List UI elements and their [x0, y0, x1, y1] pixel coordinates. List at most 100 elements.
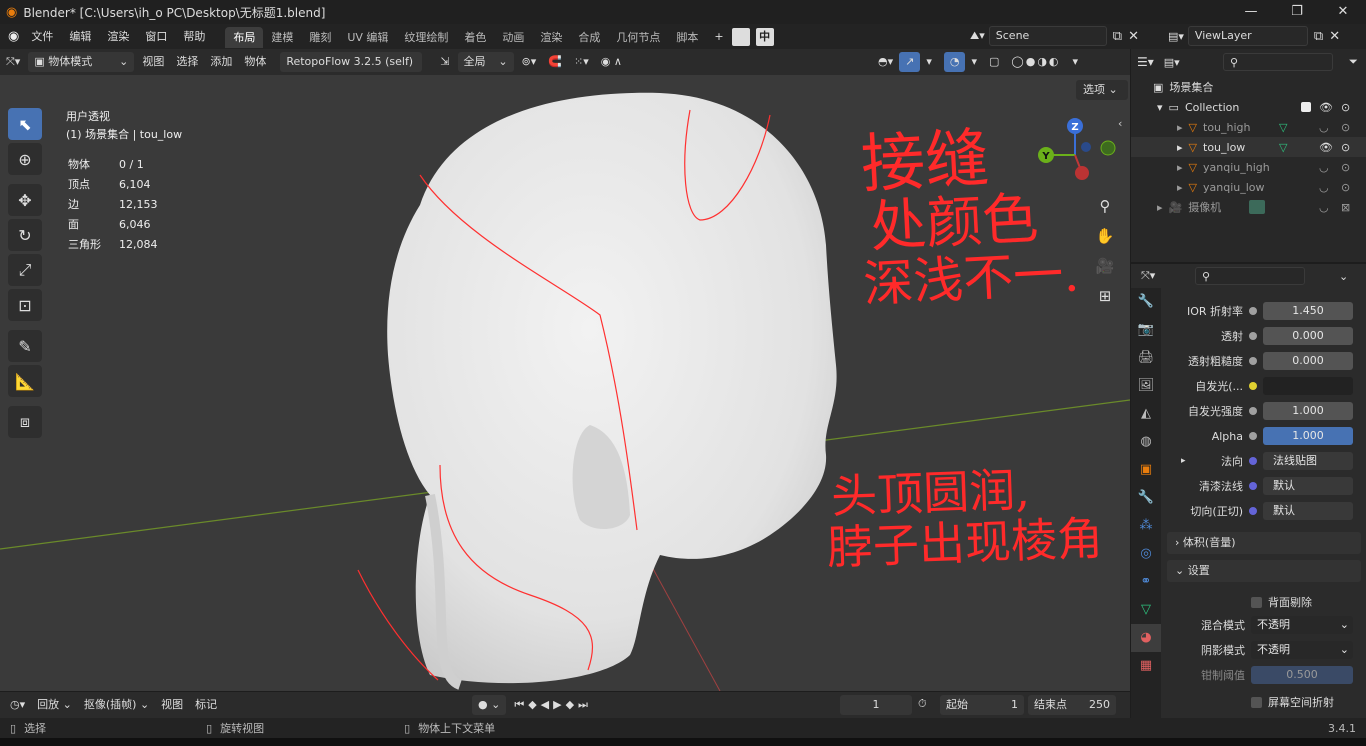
timeline-marker-menu[interactable]: 标记 [189, 695, 223, 715]
transmission-roughness-field[interactable]: 0.000 [1263, 352, 1353, 370]
scene-name-field[interactable]: Scene [988, 26, 1107, 46]
properties-options-icon[interactable]: ⌄ [1339, 270, 1348, 283]
outliner-object-yanqiu-low[interactable]: ▸ ▽ yanqiu_low ◡ ⊙ [1131, 177, 1366, 197]
navigation-gizmo[interactable]: Z Y [1030, 113, 1120, 193]
menu-select[interactable]: 选择 [170, 52, 204, 72]
timeline-view-menu[interactable]: 视图 [155, 695, 189, 715]
tab-uv-editing[interactable]: UV 编辑 [339, 27, 396, 48]
tab-animation[interactable]: 动画 [494, 27, 532, 48]
eye-icon[interactable]: 👁 [1319, 141, 1333, 154]
camera-disabled-icon[interactable]: ⊠ [1341, 201, 1350, 214]
transmission-field[interactable]: 0.000 [1263, 327, 1353, 345]
transform-tool-icon[interactable]: ⊡ [8, 289, 42, 321]
tab-scripting[interactable]: 脚本 [668, 27, 706, 48]
outliner-editor-icon[interactable]: ☰▾ [1137, 55, 1154, 69]
camera-icon[interactable]: ⊙ [1341, 181, 1350, 194]
add-cube-tool-icon[interactable]: ⧈ [8, 406, 42, 438]
object-tab-icon[interactable]: ▣ [1131, 456, 1161, 484]
settings-section-header[interactable]: ⌄ 设置 [1167, 560, 1361, 582]
particles-tab-icon[interactable]: ⁂ [1131, 512, 1161, 540]
output-tab-icon[interactable]: 🖨 [1131, 344, 1161, 372]
menu-view[interactable]: 视图 [136, 52, 170, 72]
mode-dropdown[interactable]: ▣ 物体模式 ⌄ [28, 52, 135, 72]
menu-edit[interactable]: 编辑 [61, 24, 99, 49]
measure-tool-icon[interactable]: 📐 [8, 365, 42, 397]
properties-search-input[interactable]: ⚲ [1195, 267, 1305, 285]
menu-render[interactable]: 渲染 [99, 24, 137, 49]
new-scene-icon[interactable]: ⧉ [1113, 29, 1122, 44]
end-frame-field[interactable]: 结束点 250 [1028, 695, 1116, 715]
timeline-editor-icon[interactable]: ◷▾ [4, 695, 31, 715]
proportional-edit-icon[interactable]: ◉ ∧ [595, 52, 628, 72]
eye-icon[interactable]: 👁 [1319, 101, 1333, 114]
gizmo-dropdown-icon[interactable]: ▾ [920, 52, 938, 72]
select-box-tool-icon[interactable]: ⬉ [8, 108, 42, 140]
delete-scene-icon[interactable]: ✕ [1128, 29, 1139, 44]
options-dropdown[interactable]: 选项 ⌄ [1076, 80, 1128, 100]
gizmo-toggle-icon[interactable]: ↗ [899, 52, 921, 72]
alpha-field[interactable]: 1.000 [1263, 427, 1353, 445]
snap-icon[interactable]: 🧲 [542, 52, 568, 72]
tab-shading[interactable]: 着色 [456, 27, 494, 48]
keying-menu[interactable]: 抠像(插帧) ⌄ [78, 695, 155, 715]
menu-add[interactable]: 添加 [204, 52, 238, 72]
retopoflow-dropdown[interactable]: RetopoFlow 3.2.5 (self)⌄ [280, 52, 423, 88]
shading-modes-icon[interactable]: ◯●◑◐ [1005, 52, 1066, 72]
blender-menu-icon[interactable]: ◉ [0, 24, 23, 49]
camera-view-icon[interactable]: 🎥 [1094, 255, 1116, 277]
shading-dropdown-icon[interactable]: ▾ [1067, 52, 1085, 72]
ime-chinese-label[interactable]: 中 [755, 27, 774, 46]
ssr-checkbox[interactable] [1251, 696, 1262, 708]
constraints-tab-icon[interactable]: ⚭ [1131, 568, 1161, 596]
tab-geometry-nodes[interactable]: 几何节点 [608, 27, 668, 48]
clip-threshold-field[interactable]: 0.500 [1251, 666, 1353, 684]
camera-icon[interactable]: ⊙ [1341, 161, 1350, 174]
pan-hand-icon[interactable]: ✋ [1094, 225, 1116, 247]
stopwatch-icon[interactable]: ⏱ [918, 697, 927, 711]
physics-tab-icon[interactable]: ◎ [1131, 540, 1161, 568]
menu-window[interactable]: 窗口 [137, 24, 175, 49]
properties-editor-icon[interactable]: ⤧▾ [1141, 269, 1155, 283]
cursor-tool-icon[interactable]: ⊕ [8, 143, 42, 175]
maximize-icon[interactable]: ❐ [1274, 0, 1320, 24]
texture-tab-icon[interactable]: ▦ [1131, 652, 1161, 680]
overlay-dropdown-icon[interactable]: ▾ [965, 52, 983, 72]
rotate-tool-icon[interactable]: ↻ [8, 219, 42, 251]
material-tab-icon[interactable]: ◕ [1131, 624, 1161, 652]
outliner-object-yanqiu-high[interactable]: ▸ ▽ yanqiu_high ◡ ⊙ [1131, 157, 1366, 177]
camera-icon[interactable]: ⊙ [1341, 141, 1350, 154]
camera-icon[interactable]: ⊙ [1341, 121, 1350, 134]
scene-tab-icon[interactable]: ◭ [1131, 400, 1161, 428]
backface-culling-row[interactable]: 背面剔除 [1251, 594, 1312, 610]
outliner-search-input[interactable]: ⚲ [1223, 53, 1333, 71]
add-workspace-icon[interactable]: + [706, 24, 731, 49]
volume-section-header[interactable]: › 体积(音量) [1167, 532, 1361, 554]
delete-view-layer-icon[interactable]: ✕ [1329, 29, 1340, 44]
outliner-collection[interactable]: ▾ ▭ Collection 👁 ⊙ [1131, 97, 1366, 117]
current-frame-field[interactable]: 1 [840, 695, 912, 715]
eye-hidden-icon[interactable]: ◡ [1319, 121, 1329, 134]
data-tab-icon[interactable]: ▽ [1131, 596, 1161, 624]
emission-color-field[interactable] [1263, 377, 1353, 395]
modifier-tab-icon[interactable]: 🔧 [1131, 484, 1161, 512]
normal-link-field[interactable]: 法线贴图 [1263, 452, 1353, 470]
emission-strength-field[interactable]: 1.000 [1263, 402, 1353, 420]
xray-icon[interactable]: ▢ [983, 52, 1005, 72]
minimize-icon[interactable]: — [1228, 0, 1274, 24]
eye-hidden-icon[interactable]: ◡ [1319, 161, 1329, 174]
outliner-object-tou-low[interactable]: ▸ ▽ tou_low ▽ 👁 ⊙ [1131, 137, 1366, 157]
menu-help[interactable]: 帮助 [175, 24, 213, 49]
new-view-layer-icon[interactable]: ⧉ [1314, 29, 1323, 44]
tangent-field[interactable]: 默认 [1263, 502, 1353, 520]
pivot-icon[interactable]: ⊚▾ [516, 52, 543, 72]
filter-icon[interactable]: ⏷ [1349, 55, 1358, 69]
camera-icon[interactable]: ⊙ [1341, 101, 1350, 114]
outliner-object-tou-high[interactable]: ▸ ▽ tou_high ▽ ◡ ⊙ [1131, 117, 1366, 137]
record-icon[interactable]: ● ⌄ [472, 695, 507, 715]
chevron-right-icon[interactable]: ▸ [1181, 456, 1186, 466]
tab-texture-paint[interactable]: 纹理绘制 [396, 27, 456, 48]
view-layer-tab-icon[interactable]: 🖼 [1131, 372, 1161, 400]
collection-checkbox[interactable] [1301, 102, 1311, 112]
ime-icon[interactable] [731, 27, 750, 46]
tab-layout[interactable]: 布局 [225, 27, 264, 48]
